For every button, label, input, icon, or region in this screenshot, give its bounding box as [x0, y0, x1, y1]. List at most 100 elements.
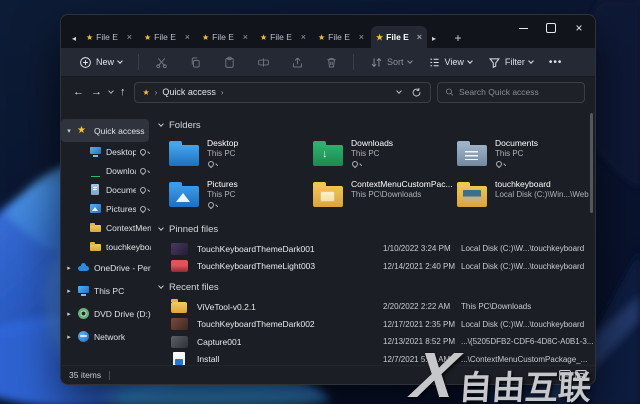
folder-tile[interactable]: Pictures This PC [169, 177, 313, 215]
file-date: 12/14/2021 2:40 PM [383, 262, 461, 271]
explorer-tab[interactable]: File E × [197, 26, 253, 48]
view-button[interactable]: View [422, 51, 478, 73]
sidebar-item[interactable]: ▸ DVD Drive (D:) CCC [61, 302, 151, 325]
tab-scroll-right-button[interactable]: ▸ [427, 28, 441, 48]
close-button[interactable]: × [565, 17, 593, 39]
toolbar-divider [138, 54, 139, 70]
file-path: This PC\Downloads [461, 302, 595, 311]
file-icon [171, 260, 188, 272]
tab-close-icon[interactable]: × [301, 33, 306, 42]
sidebar-item[interactable]: Desktop [61, 142, 151, 161]
icons-view-button[interactable] [575, 370, 587, 381]
file-row[interactable]: ViVeTool-v0.2.1 2/20/2022 2:22 AM This P… [159, 298, 595, 316]
sidebar-item[interactable]: ▾ Quick access [61, 119, 149, 142]
vertical-scrollbar[interactable] [590, 113, 593, 213]
explorer-tab[interactable]: File E × [371, 26, 427, 48]
nav-buttons: ← → ↑ [71, 86, 128, 98]
file-name: ViVeTool-v0.2.1 [197, 302, 383, 312]
file-path: ...\ContextMenuCustomPackage_... [461, 355, 595, 364]
folder-tile[interactable]: Documents This PC [457, 136, 595, 174]
collapse-chevron-icon[interactable] [158, 225, 164, 231]
folder-tiles: Desktop This PC Downloads This PC [159, 136, 595, 215]
toolbar-disabled-button[interactable] [285, 51, 309, 73]
section-header-pinned-files[interactable]: Pinned files [159, 221, 595, 237]
sidebar-item[interactable]: ▸ This PC [61, 279, 151, 302]
breadcrumb[interactable]: Quick access [162, 87, 216, 97]
address-bar[interactable]: › Quick access › [134, 82, 432, 103]
address-dropdown-icon[interactable] [396, 88, 402, 94]
new-button[interactable]: New [73, 51, 128, 73]
explorer-tab[interactable]: File E × [81, 26, 137, 48]
edit-icon-group [149, 51, 343, 73]
file-row[interactable]: TouchKeyboardThemeDark002 12/17/2021 2:3… [159, 316, 595, 334]
breadcrumb-separator-icon: › [221, 88, 224, 97]
tree-chevron-icon[interactable]: ▾ [65, 127, 73, 135]
folder-icon [457, 145, 487, 166]
toolbar-disabled-button[interactable] [251, 51, 275, 73]
forward-button[interactable]: → [91, 86, 102, 98]
folder-tile[interactable]: Downloads This PC [313, 136, 457, 174]
tab-close-icon[interactable]: × [127, 33, 132, 42]
section-header-recent-files[interactable]: Recent files [159, 279, 595, 295]
sidebar-item[interactable]: Documents [61, 180, 151, 199]
search-box[interactable] [437, 82, 585, 103]
window-controls: × [509, 17, 593, 41]
toolbar-disabled-button[interactable] [319, 51, 343, 73]
minimize-button[interactable] [509, 17, 537, 39]
explorer-tab[interactable]: File E × [313, 26, 369, 48]
file-row[interactable]: TouchKeyboardThemeDark001 1/10/2022 3:24… [159, 240, 595, 258]
toolbar-disabled-button[interactable] [217, 51, 241, 73]
folder-tile[interactable]: ContextMenuCustomPac... This PC\Download… [313, 177, 457, 215]
sidebar-item-label: Downloads [106, 166, 136, 176]
folder-tile[interactable]: Desktop This PC [169, 136, 313, 174]
new-tab-button[interactable]: + [449, 28, 467, 48]
up-button[interactable]: ↑ [120, 86, 126, 98]
file-path: Local Disk (C:)\W...\touchkeyboard [461, 262, 595, 271]
sort-label: Sort [387, 57, 404, 67]
tree-chevron-icon[interactable]: ▸ [65, 333, 73, 341]
explorer-tab[interactable]: File E × [255, 26, 311, 48]
view-icon [428, 56, 441, 69]
folder-tile-text: touchkeyboard Local Disk (C:)\Win...\Web [495, 179, 589, 199]
file-name: Install [197, 354, 383, 364]
file-icon [173, 352, 185, 365]
folder-name: ContextMenuCustomPac... [351, 179, 453, 189]
tab-close-icon[interactable]: × [243, 33, 248, 42]
explorer-tab[interactable]: File E × [139, 26, 195, 48]
sidebar-item[interactable]: ▸ Network [61, 325, 151, 348]
history-chevron-icon[interactable] [108, 88, 114, 94]
tree-chevron-icon[interactable]: ▸ [65, 264, 73, 272]
tree-chevron-icon[interactable]: ▸ [65, 287, 73, 295]
tree-chevron-icon[interactable]: ▸ [65, 310, 73, 318]
tab-close-icon[interactable]: × [185, 33, 190, 42]
sidebar-item-icon [89, 164, 102, 177]
tab-close-icon[interactable]: × [417, 33, 422, 42]
folder-tile[interactable]: touchkeyboard Local Disk (C:)\Win...\Web [457, 177, 595, 215]
collapse-chevron-icon[interactable] [158, 121, 164, 127]
file-icon [171, 243, 188, 255]
more-options-button[interactable]: ••• [543, 57, 569, 68]
section-header-folders[interactable]: Folders [159, 117, 595, 133]
search-input[interactable] [459, 87, 577, 97]
file-row[interactable]: TouchKeyboardThemeLight003 12/14/2021 2:… [159, 258, 595, 276]
file-row[interactable]: Capture001 12/13/2021 8:52 PM ...\{5205D… [159, 333, 595, 351]
file-row[interactable]: Install 12/7/2021 5:10 AM ...\ContextMen… [159, 351, 595, 366]
sidebar-item[interactable]: ▸ OneDrive - Personal [61, 256, 151, 279]
toolbar-disabled-button[interactable] [149, 51, 173, 73]
sidebar-item[interactable]: touchkeyboard [61, 237, 151, 256]
back-button[interactable]: ← [73, 86, 84, 98]
refresh-icon[interactable] [411, 87, 422, 98]
tab-bar: ◂ File E × File E × [61, 15, 595, 48]
folder-icon [457, 186, 487, 207]
sort-button[interactable]: Sort [364, 51, 418, 73]
sidebar-item[interactable]: Downloads [61, 161, 151, 180]
details-view-button[interactable] [559, 370, 571, 381]
toolbar-disabled-button[interactable] [183, 51, 207, 73]
tab-scroll-left-button[interactable]: ◂ [67, 28, 81, 48]
filter-button[interactable]: Filter [482, 51, 539, 73]
maximize-button[interactable] [537, 17, 565, 39]
collapse-chevron-icon[interactable] [158, 283, 164, 289]
sidebar-item[interactable]: ContextMenuCust [61, 218, 151, 237]
sidebar-item[interactable]: Pictures [61, 199, 151, 218]
tab-close-icon[interactable]: × [359, 33, 364, 42]
